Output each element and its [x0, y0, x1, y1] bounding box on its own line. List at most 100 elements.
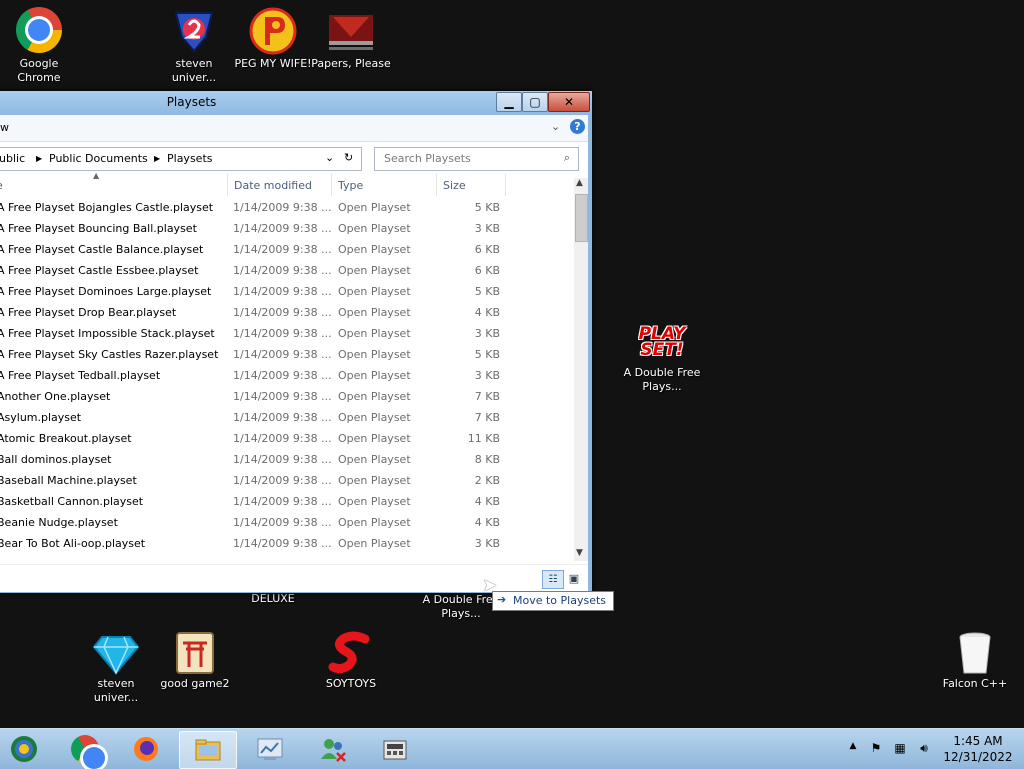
file-date: 1/14/2009 9:38 ...: [233, 264, 332, 277]
search-placeholder: Search Playsets: [384, 152, 471, 165]
column-header-type[interactable]: Type: [332, 174, 437, 196]
refresh-icon[interactable]: ↻: [344, 151, 353, 164]
chevron-down-icon[interactable]: ⌄: [551, 120, 560, 133]
file-size: 4 KB: [474, 516, 500, 529]
file-size: 2 KB: [474, 474, 500, 487]
file-name: Baseball Machine.playset: [0, 474, 137, 487]
breadcrumb-playsets[interactable]: Playsets: [167, 152, 212, 165]
help-icon[interactable]: ?: [570, 119, 585, 134]
taskbar-chrome[interactable]: [57, 731, 113, 769]
file-type: Open Playset: [338, 306, 411, 319]
taskbar-file-explorer[interactable]: [179, 731, 237, 769]
file-row[interactable]: A Free Playset Impossible Stack.playset 1…: [0, 324, 574, 345]
scroll-up-arrow-icon[interactable]: ▲: [576, 178, 583, 188]
file-row[interactable]: A Free Playset Tedball.playset 1/14/2009 …: [0, 366, 574, 387]
file-date: 1/14/2009 9:38 ...: [233, 537, 332, 550]
file-row[interactable]: A Free Playset Castle Essbee.playset 1/14…: [0, 261, 574, 282]
column-header-size[interactable]: Size: [437, 174, 506, 196]
file-row[interactable]: A Free Playset Drop Bear.playset 1/14/200…: [0, 303, 574, 324]
file-date: 1/14/2009 9:38 ...: [233, 327, 332, 340]
file-name: A Free Playset Bouncing Ball.playset: [0, 222, 197, 235]
chevron-down-icon[interactable]: ⌄: [325, 151, 334, 164]
file-type: Open Playset: [338, 285, 411, 298]
desktop-icon-soytoys[interactable]: SOYTOYS: [311, 631, 391, 691]
window-titlebar[interactable]: Playsets ▁ ▢ ✕: [0, 91, 592, 115]
diamond-icon: [92, 631, 140, 675]
chevron-right-icon[interactable]: ▶: [36, 154, 42, 163]
scroll-thumb[interactable]: [575, 194, 588, 242]
steven-universe-game-icon: [170, 7, 218, 55]
tooltip-text: Move to Playsets: [513, 594, 607, 607]
desktop-icon-a-double-free-playset[interactable]: PLAY SET! A Double Free Plays...: [622, 322, 702, 394]
file-size: 3 KB: [474, 369, 500, 382]
desktop-icon-papers-please[interactable]: Papers, Please: [311, 7, 391, 71]
taskbar-app[interactable]: [367, 731, 423, 767]
desktop-icon-peg-my-wife[interactable]: PEG MY WIFE!: [233, 7, 313, 71]
file-row[interactable]: A Free Playset Bojangles Castle.playset 1…: [0, 198, 574, 219]
address-row: ublic ▶ Public Documents ▶ Playsets ⌄ ↻ …: [0, 142, 588, 174]
desktop-icon-falcon-cpp[interactable]: Falcon C++: [935, 631, 1015, 691]
system-clock[interactable]: 1:45 AM 12/31/2022: [936, 733, 1020, 765]
file-row[interactable]: A Free Playset Sky Castles Razer.playset…: [0, 345, 574, 366]
desktop-icon-good-game2[interactable]: good game2: [155, 631, 235, 691]
desktop-icon-steven-universe[interactable]: steven univer...: [154, 7, 234, 85]
file-row[interactable]: Baseball Machine.playset 1/14/2009 9:38 .…: [0, 471, 574, 492]
file-date: 1/14/2009 9:38 ...: [233, 306, 332, 319]
chevron-right-icon[interactable]: ▶: [154, 154, 160, 163]
file-row[interactable]: Atomic Breakout.playset 1/14/2009 9:38 ..…: [0, 429, 574, 450]
file-name: Basketball Cannon.playset: [0, 495, 144, 508]
status-bar: ☷ ▣: [0, 564, 588, 592]
file-row[interactable]: Beanie Nudge.playset 1/14/2009 9:38 ... Op…: [0, 513, 574, 534]
search-input[interactable]: Search Playsets ⌕: [374, 147, 579, 171]
desktop-icon-google-chrome[interactable]: Google Chrome: [0, 7, 79, 85]
file-row[interactable]: Another One.playset 1/14/2009 9:38 ... Ope…: [0, 387, 574, 408]
file-name: A Free Playset Dominoes Large.playset: [0, 285, 212, 298]
file-row[interactable]: A Free Playset Castle Balance.playset 1/1…: [0, 240, 574, 261]
breadcrumb-public-documents[interactable]: Public Documents: [49, 152, 148, 165]
taskbar-firefox[interactable]: [118, 731, 174, 767]
desktop-icon-label: Papers, Please: [311, 57, 391, 70]
desktop-icon-steven-universe-2[interactable]: steven univer...: [76, 631, 156, 705]
desktop-icon-deluxe[interactable]: DELUXE: [233, 592, 313, 606]
file-type: Open Playset: [338, 453, 411, 466]
file-row[interactable]: Ball dominos.playset 1/14/2009 9:38 ... Op…: [0, 450, 574, 471]
start-button[interactable]: [0, 731, 50, 767]
minimize-button[interactable]: ▁: [496, 92, 522, 112]
action-center-flag-icon[interactable]: ⚑: [868, 741, 884, 757]
vertical-scrollbar[interactable]: ▲ ▼: [574, 178, 588, 561]
file-type: Open Playset: [338, 474, 411, 487]
soytoys-icon: [327, 631, 375, 675]
scroll-down-arrow-icon[interactable]: ▼: [576, 548, 583, 558]
address-bar[interactable]: ublic ▶ Public Documents ▶ Playsets ⌄ ↻: [0, 147, 362, 171]
close-button[interactable]: ✕: [548, 92, 590, 112]
file-row[interactable]: Bear To Bot Ali-oop.playset 1/14/2009 9:3…: [0, 534, 574, 555]
file-size: 11 KB: [467, 432, 500, 445]
file-date: 1/14/2009 9:38 ...: [233, 453, 332, 466]
playset-logo-text: SET!: [640, 340, 684, 360]
file-name: Beanie Nudge.playset: [0, 516, 118, 529]
file-date: 1/14/2009 9:38 ...: [233, 285, 332, 298]
file-row[interactable]: Asylum.playset 1/14/2009 9:38 ... Open Pla…: [0, 408, 574, 429]
column-header-name[interactable]: e ▲: [0, 171, 228, 196]
breadcrumb-public[interactable]: ublic: [0, 152, 25, 165]
recycle-bin-icon: [951, 631, 999, 675]
details-view-icon[interactable]: ☷: [542, 570, 564, 589]
menu-item-partial[interactable]: w: [0, 121, 9, 134]
file-row[interactable]: Basketball Cannon.playset 1/14/2009 9:38 …: [0, 492, 574, 513]
file-size: 4 KB: [474, 306, 500, 319]
search-icon[interactable]: ⌕: [564, 151, 570, 165]
file-row[interactable]: A Free Playset Bouncing Ball.playset 1/14…: [0, 219, 574, 240]
taskbar-messenger[interactable]: [305, 731, 361, 767]
file-row[interactable]: A Free Playset Dominoes Large.playset 1/1…: [0, 282, 574, 303]
network-icon[interactable]: ▦: [892, 741, 908, 757]
volume-icon[interactable]: 🔊︎: [916, 741, 932, 757]
file-type: Open Playset: [338, 390, 411, 403]
playset-icon: PLAY SET!: [638, 322, 686, 364]
column-header-date-modified[interactable]: Date modified: [228, 174, 332, 196]
show-hidden-icons-icon[interactable]: ▲: [845, 741, 861, 757]
drag-tooltip: ➔ Move to Playsets: [492, 591, 614, 611]
taskbar-control-panel[interactable]: [242, 731, 298, 767]
large-icons-view-icon[interactable]: ▣: [566, 570, 582, 587]
folder-icon: [195, 739, 221, 761]
maximize-button[interactable]: ▢: [522, 92, 548, 112]
